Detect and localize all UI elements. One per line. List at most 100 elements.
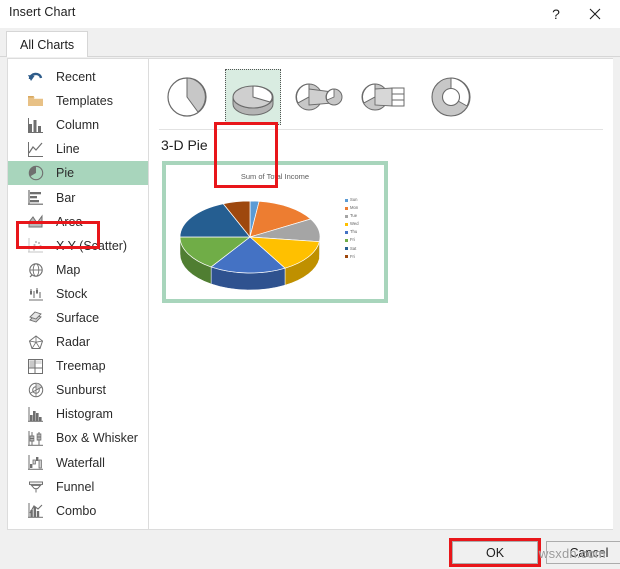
sidebar-item-stock[interactable]: Stock (8, 282, 148, 306)
sidebar-item-label: Column (56, 118, 100, 133)
sidebar-item-label: Map (56, 262, 81, 277)
legend-swatch (345, 247, 348, 251)
insert-chart-dialog: Insert Chart ? All Charts Recent Template… (0, 0, 620, 569)
sidebar-item-area[interactable]: Area (8, 210, 148, 234)
chart-subtype-pie-of-pie[interactable] (291, 69, 347, 125)
waterfall-icon (26, 454, 45, 471)
sidebar-item-column[interactable]: Column (8, 113, 148, 137)
sidebar-item-histogram[interactable]: Histogram (8, 402, 148, 426)
legend-item: Fri (345, 237, 377, 243)
sidebar-item-label: Waterfall (56, 455, 105, 470)
tab-all-charts-label: All Charts (20, 37, 75, 52)
chart-category-list[interactable]: Recent Templates Column Line Pie Bar Area X Y (… (8, 59, 149, 529)
sidebar-item-label: Pie (56, 166, 75, 181)
title-bar: Insert Chart ? (0, 0, 620, 28)
close-icon (589, 8, 601, 20)
sidebar-item-label: Surface (56, 310, 100, 325)
sidebar-item-sunburst[interactable]: Sunburst (8, 378, 148, 402)
chart-legend: Sun Mon Tue Wed Thu Fri Sat Fri (345, 197, 377, 260)
close-button[interactable] (578, 0, 612, 28)
legend-item: Sat (345, 246, 377, 252)
sidebar-item-label: Bar (56, 190, 76, 205)
divider (159, 129, 603, 130)
sidebar-item-label: Combo (56, 503, 97, 518)
legend-swatch (345, 222, 348, 226)
help-button[interactable]: ? (539, 0, 573, 28)
pie-svg (179, 200, 321, 291)
sidebar-item-label: Box & Whisker (56, 431, 138, 446)
pie-chart-graphic (172, 185, 332, 297)
sidebar-item-label: Stock (56, 286, 88, 301)
tab-all-charts[interactable]: All Charts (6, 31, 89, 57)
combo-icon (26, 502, 45, 519)
watermark: wsxdn.com (539, 546, 606, 561)
sidebar-item-x-y-scatter[interactable]: X Y (Scatter) (8, 234, 148, 258)
ok-button-label: OK (485, 545, 505, 560)
tab-strip: All Charts (0, 28, 620, 57)
treemap-icon (26, 358, 45, 375)
legend-swatch (345, 198, 348, 202)
legend-swatch (345, 230, 348, 234)
radar-icon (26, 334, 45, 351)
recent-icon (26, 69, 45, 86)
legend-swatch (345, 214, 348, 218)
legend-label: Fri (350, 237, 355, 243)
legend-item: Sun (345, 197, 377, 203)
chart-subtype-pie[interactable] (159, 69, 215, 125)
dialog-content: Recent Templates Column Line Pie Bar Area X Y (… (7, 58, 613, 530)
sidebar-item-label: Recent (56, 70, 96, 85)
legend-label: Sat (350, 245, 357, 251)
chart-subtype-row[interactable] (159, 65, 599, 129)
sidebar-item-combo[interactable]: Combo (8, 499, 148, 523)
sidebar-item-templates[interactable]: Templates (8, 89, 148, 113)
box-whisker-icon (26, 430, 45, 447)
sidebar-item-label: Histogram (56, 407, 113, 422)
legend-item: Mon (345, 205, 377, 211)
chart-title: Sum of Total Income (240, 172, 310, 181)
chart-subtype-doughnut[interactable] (423, 69, 479, 125)
histogram-icon (26, 406, 45, 423)
legend-label: Thu (350, 229, 358, 235)
ok-button[interactable]: OK (452, 541, 538, 564)
map-icon (26, 261, 45, 278)
sidebar-item-treemap[interactable]: Treemap (8, 354, 148, 378)
sidebar-item-label: X Y (Scatter) (56, 238, 128, 253)
legend-item: Tue (345, 213, 377, 219)
bar-icon (26, 189, 45, 206)
sidebar-item-line[interactable]: Line (8, 137, 148, 161)
legend-item: Thu (345, 229, 377, 235)
sidebar-item-box-whisker[interactable]: Box & Whisker (8, 426, 148, 450)
legend-label: Fri (350, 253, 355, 259)
templates-icon (26, 93, 45, 110)
legend-label: Mon (350, 205, 359, 211)
chart-subtype-bar-of-pie[interactable] (357, 69, 413, 125)
legend-item: Wed (345, 221, 377, 227)
sidebar-item-funnel[interactable]: Funnel (8, 475, 148, 499)
surface-icon (26, 309, 45, 326)
sidebar-item-waterfall[interactable]: Waterfall (8, 451, 148, 475)
sidebar-item-pie[interactable]: Pie (8, 161, 148, 186)
pie-icon (26, 165, 45, 182)
legend-label: Tue (350, 213, 358, 219)
sidebar-item-label: Sunburst (56, 383, 107, 398)
sunburst-icon (26, 382, 45, 399)
chart-type-panel: 3-D Pie Sum of Total Income Sun Mon Tue Wed… (149, 59, 613, 529)
legend-item: Fri (345, 254, 377, 260)
chart-preview[interactable]: Sum of Total Income Sun Mon Tue Wed Thu Fri Sa… (162, 161, 388, 303)
sidebar-item-map[interactable]: Map (8, 258, 148, 282)
chart-subtype-3d-pie[interactable] (225, 69, 281, 125)
legend-label: Sun (350, 197, 358, 202)
line-icon (26, 141, 45, 158)
sidebar-item-radar[interactable]: Radar (8, 330, 148, 354)
scatter-icon (26, 237, 45, 254)
sidebar-item-surface[interactable]: Surface (8, 306, 148, 330)
column-icon (26, 117, 45, 134)
sidebar-item-recent[interactable]: Recent (8, 65, 148, 89)
sidebar-item-label: Area (56, 214, 83, 229)
sidebar-item-label: Funnel (56, 479, 95, 494)
area-icon (26, 213, 45, 230)
legend-swatch (345, 206, 348, 210)
sidebar-item-label: Templates (56, 94, 113, 109)
sidebar-item-bar[interactable]: Bar (8, 185, 148, 209)
legend-swatch (345, 238, 348, 242)
